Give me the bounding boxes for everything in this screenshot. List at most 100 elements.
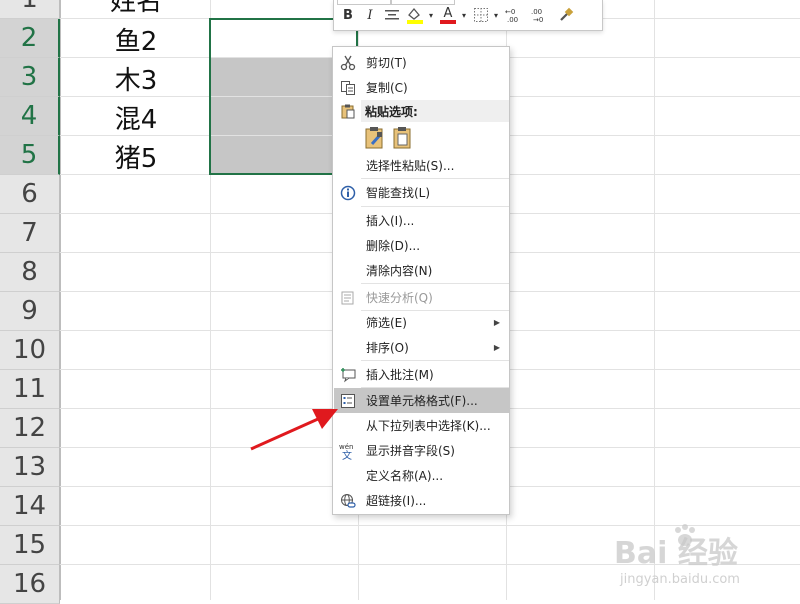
comment-icon (339, 366, 357, 384)
font-name-box[interactable] (337, 0, 391, 5)
row-header-11[interactable]: 11 (0, 370, 60, 409)
menu-separator (361, 178, 509, 179)
clipboard-icon (339, 102, 357, 120)
cell-a2[interactable]: 鱼2 (62, 20, 210, 59)
menu-item-filter[interactable]: 筛选(E) ▶ (334, 310, 510, 335)
svg-text:.00: .00 (507, 16, 518, 23)
font-color-letter: A (443, 5, 453, 21)
col-divider (60, 0, 61, 600)
svg-text:.00: .00 (531, 8, 542, 16)
phonetic-icon: wén 文 (339, 442, 357, 460)
menu-item-smart-lookup[interactable]: 智能查找(L) (334, 180, 510, 205)
row-header-1[interactable]: 1 (0, 0, 60, 19)
menu-item-insert[interactable]: 插入(I)... (334, 208, 510, 233)
fill-color-icon[interactable] (404, 6, 426, 24)
font-size-box[interactable] (391, 0, 455, 5)
center-align-icon[interactable] (383, 6, 401, 24)
fill-color-dropdown-icon[interactable]: ▾ (427, 6, 435, 24)
menu-label: 筛选(E) (366, 316, 407, 330)
paste-options-header: 粘贴选项: (361, 100, 509, 122)
row-header-8[interactable]: 8 (0, 253, 60, 292)
menu-label: 清除内容(N) (366, 264, 433, 278)
row-header-14[interactable]: 14 (0, 487, 60, 526)
bold-button[interactable]: B (340, 6, 356, 24)
italic-button[interactable]: I (362, 6, 378, 24)
menu-label: 排序(O) (366, 341, 409, 355)
menu-label: 插入(I)... (366, 214, 415, 228)
hyperlink-icon (339, 492, 357, 510)
row-header-5[interactable]: 5 (0, 136, 60, 175)
submenu-arrow-icon: ▶ (493, 318, 500, 327)
menu-item-hyperlink[interactable]: 超链接(I)... (334, 488, 510, 513)
mini-toolbar: B I ▾ A ▾ ▾ ←0.00 .00 →0 (333, 0, 603, 31)
cell-a1[interactable]: 姓名 (62, 0, 210, 19)
svg-text:→0: →0 (533, 16, 543, 23)
quick-analysis-icon (339, 289, 357, 307)
copy-icon (339, 79, 357, 97)
font-color-bar (440, 19, 456, 24)
menu-label: 删除(D)... (366, 239, 421, 253)
menu-label: 插入批注(M) (366, 368, 434, 382)
menu-label: 定义名称(A)... (366, 469, 444, 483)
col-divider (654, 0, 655, 600)
cell-a3[interactable]: 木3 (62, 59, 210, 98)
context-menu: 剪切(T) 复制(C) 粘贴选项: 选择性粘贴(S)... 智能查找(L) 插入… (332, 46, 510, 515)
menu-label: 设置单元格格式(F)... (366, 394, 478, 408)
menu-item-paste-special[interactable]: 选择性粘贴(S)... (334, 153, 510, 178)
menu-label: 选择性粘贴(S)... (366, 159, 455, 173)
menu-item-sort[interactable]: 排序(O) ▶ (334, 335, 510, 360)
row-header-13[interactable]: 13 (0, 448, 60, 487)
increase-decimal-icon[interactable]: ←0.00 (504, 6, 526, 24)
menu-item-delete[interactable]: 删除(D)... (334, 233, 510, 258)
paste-icon[interactable] (392, 126, 414, 150)
row-header-12[interactable]: 12 (0, 409, 60, 448)
menu-item-phonetic[interactable]: wén 文 显示拼音字段(S) (334, 438, 510, 463)
borders-dropdown-icon[interactable]: ▾ (492, 6, 500, 24)
decrease-decimal-icon[interactable]: .00 →0 (530, 6, 552, 24)
menu-item-quick-analysis: 快速分析(Q) (334, 285, 510, 310)
menu-separator (361, 206, 509, 207)
menu-separator (361, 360, 509, 361)
svg-text:文: 文 (342, 449, 352, 460)
font-color-button[interactable]: A (438, 6, 458, 24)
smart-lookup-icon (339, 184, 357, 202)
watermark-site: jingyan.baidu.com (620, 572, 740, 587)
paste-formatting-icon[interactable] (364, 126, 386, 150)
row-header-16[interactable]: 16 (0, 565, 60, 604)
scissors-icon (339, 54, 357, 72)
menu-separator (361, 283, 509, 284)
menu-item-clear-contents[interactable]: 清除内容(N) (334, 258, 510, 283)
menu-item-cut[interactable]: 剪切(T) (334, 50, 510, 75)
paw-icon (675, 524, 695, 546)
format-cells-icon (339, 392, 357, 410)
menu-label: 粘贴选项: (365, 105, 418, 119)
menu-label: 复制(C) (366, 81, 408, 95)
cell-a5[interactable]: 猪5 (62, 137, 210, 176)
menu-label: 快速分析(Q) (366, 291, 433, 305)
menu-label: 显示拼音字段(S) (366, 444, 455, 458)
menu-label: 从下拉列表中选择(K)... (366, 419, 491, 433)
menu-label: 智能查找(L) (366, 186, 431, 200)
cell-a4[interactable]: 混4 (62, 98, 210, 137)
submenu-arrow-icon: ▶ (493, 343, 500, 352)
menu-item-define-name[interactable]: 定义名称(A)... (334, 463, 510, 488)
menu-label: 剪切(T) (366, 56, 407, 70)
menu-label: 超链接(I)... (366, 494, 427, 508)
menu-item-pick-from-list[interactable]: 从下拉列表中选择(K)... (334, 413, 510, 438)
row-header-3[interactable]: 3 (0, 58, 60, 97)
row-header-6[interactable]: 6 (0, 175, 60, 214)
row-header-15[interactable]: 15 (0, 526, 60, 565)
menu-item-copy[interactable]: 复制(C) (334, 75, 510, 100)
row-header-4[interactable]: 4 (0, 97, 60, 136)
format-painter-icon[interactable] (556, 6, 576, 24)
menu-item-format-cells[interactable]: 设置单元格格式(F)... (334, 388, 510, 413)
borders-icon[interactable] (472, 6, 490, 24)
svg-text:wén: wén (339, 443, 353, 451)
row-header-10[interactable]: 10 (0, 331, 60, 370)
font-color-dropdown-icon[interactable]: ▾ (460, 6, 468, 24)
row-header-7[interactable]: 7 (0, 214, 60, 253)
row-header-9[interactable]: 9 (0, 292, 60, 331)
baidu-jingyan-watermark: Bai 经验 jingyan.baidu.com (612, 520, 800, 600)
menu-item-insert-comment[interactable]: 插入批注(M) (334, 362, 510, 387)
row-header-2[interactable]: 2 (0, 19, 60, 58)
